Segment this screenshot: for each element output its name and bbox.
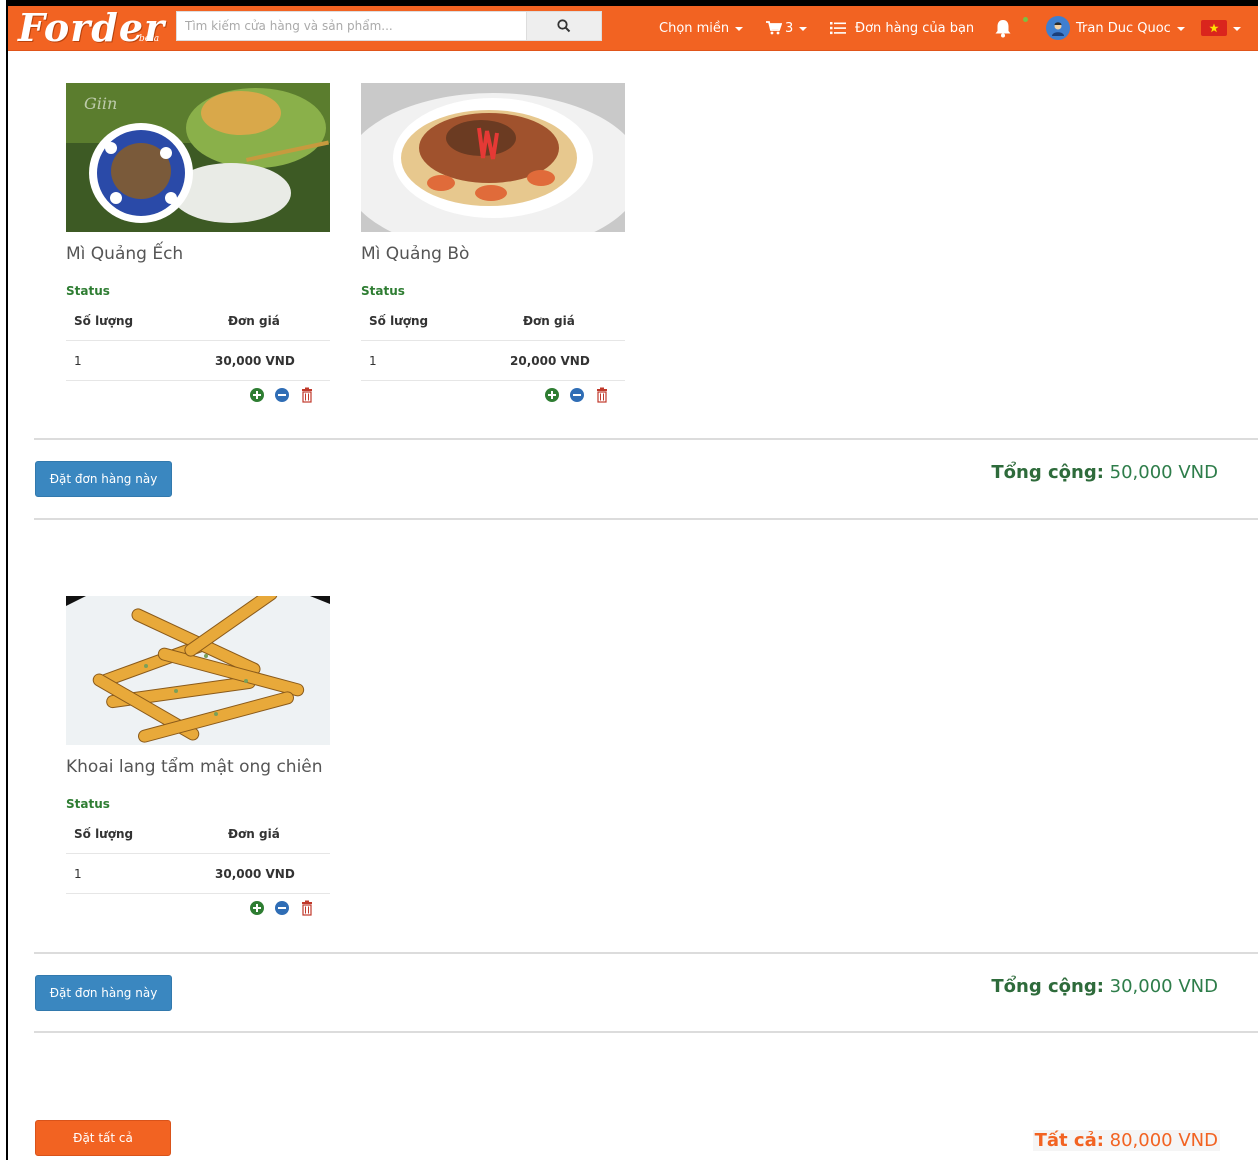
- user-menu[interactable]: Tran Duc Quoc: [1046, 6, 1185, 50]
- item-actions: [249, 900, 319, 918]
- qty-header: Số lượng: [369, 314, 429, 328]
- total-value: 50,000 VND: [1109, 462, 1218, 483]
- plus-circle-icon[interactable]: [544, 387, 560, 403]
- divider: [34, 438, 1258, 440]
- chevron-down-icon: [799, 27, 808, 31]
- table-header-row: Số lượng Đơn giá: [66, 815, 330, 854]
- table-row: 1 30,000 VND: [66, 854, 330, 894]
- search-button[interactable]: [526, 11, 602, 41]
- plus-circle-icon[interactable]: [249, 900, 265, 916]
- price-value: 30,000 VND: [215, 866, 295, 881]
- language-dropdown[interactable]: [1201, 6, 1241, 50]
- table-header-row: Số lượng Đơn giá: [361, 302, 625, 341]
- qty-value: 1: [74, 866, 82, 881]
- avatar-icon: [1046, 16, 1070, 40]
- grand-total-label: Tất cả:: [1034, 1130, 1104, 1151]
- divider: [34, 1031, 1258, 1033]
- status-label: Status: [66, 797, 110, 811]
- grand-total: Tất cả: 80,000 VND: [1032, 1130, 1220, 1151]
- table-row: 1 20,000 VND: [361, 341, 625, 381]
- top-navbar: Forder beta Chọn miền 3 Đơn hàng của: [8, 5, 1258, 51]
- notifications-button[interactable]: [993, 6, 1028, 50]
- bell-icon: [995, 20, 1011, 38]
- chevron-down-icon: [735, 27, 744, 31]
- logo[interactable]: Forder beta: [18, 5, 168, 50]
- product-image[interactable]: [66, 596, 330, 745]
- trash-icon[interactable]: [299, 900, 315, 916]
- minus-circle-icon[interactable]: [569, 387, 585, 403]
- trash-icon[interactable]: [299, 387, 315, 403]
- divider: [34, 518, 1258, 520]
- divider: [34, 952, 1258, 954]
- cart-icon: [766, 21, 782, 35]
- table-row: 1 30,000 VND: [66, 341, 330, 381]
- trash-icon[interactable]: [594, 387, 610, 403]
- qty-header: Số lượng: [74, 314, 134, 328]
- orders-link[interactable]: Đơn hàng của bạn: [830, 6, 974, 50]
- order-total: Tổng cộng: 50,000 VND: [991, 462, 1218, 483]
- notification-dot: [1023, 16, 1028, 22]
- place-order-button[interactable]: Đặt đơn hàng này: [35, 975, 172, 1011]
- table-header-row: Số lượng Đơn giá: [66, 302, 330, 341]
- qty-header: Số lượng: [74, 827, 134, 841]
- minus-circle-icon[interactable]: [274, 387, 290, 403]
- total-value: 30,000 VND: [1109, 976, 1218, 997]
- total-label: Tổng cộng:: [991, 976, 1104, 997]
- price-value: 20,000 VND: [510, 353, 590, 368]
- search-icon: [557, 19, 571, 33]
- grand-total-value: 80,000 VND: [1109, 1130, 1218, 1151]
- item-actions: [544, 387, 614, 405]
- chevron-down-icon: [1233, 27, 1241, 31]
- minus-circle-icon[interactable]: [274, 900, 290, 916]
- product-image[interactable]: Giin: [66, 83, 330, 232]
- plus-circle-icon[interactable]: [249, 387, 265, 403]
- product-name: Mì Quảng Ếch: [66, 244, 184, 264]
- status-label: Status: [361, 284, 405, 298]
- list-icon: [830, 22, 846, 35]
- price-header: Đơn giá: [228, 827, 280, 841]
- user-name: Tran Duc Quoc: [1076, 20, 1171, 36]
- product-name: Khoai lang tẩm mật ong chiên: [66, 757, 323, 777]
- window-frame-left: [6, 0, 8, 1160]
- price-header: Đơn giá: [523, 314, 575, 328]
- order-total: Tổng cộng: 30,000 VND: [991, 976, 1218, 997]
- qty-value: 1: [369, 353, 377, 368]
- qty-value: 1: [74, 353, 82, 368]
- status-label: Status: [66, 284, 110, 298]
- price-header: Đơn giá: [228, 314, 280, 328]
- cart-count: 3: [785, 20, 794, 36]
- svg-text:Giin: Giin: [84, 94, 117, 113]
- order-all-button[interactable]: Đặt tất cả: [35, 1120, 171, 1156]
- cart-dropdown[interactable]: 3: [766, 6, 808, 50]
- total-label: Tổng cộng:: [991, 462, 1104, 483]
- item-actions: [249, 387, 319, 405]
- region-label: Chọn miền: [659, 20, 730, 36]
- vietnam-flag-icon: [1201, 20, 1227, 36]
- orders-label: Đơn hàng của bạn: [855, 20, 975, 36]
- region-dropdown[interactable]: Chọn miền: [659, 6, 744, 50]
- product-name: Mì Quảng Bò: [361, 244, 470, 264]
- search-input[interactable]: [176, 11, 526, 41]
- search-bar: [176, 11, 602, 43]
- place-order-button[interactable]: Đặt đơn hàng này: [35, 461, 172, 497]
- chevron-down-icon: [1176, 27, 1185, 31]
- product-image[interactable]: [361, 83, 625, 232]
- logo-beta: beta: [139, 34, 160, 44]
- price-value: 30,000 VND: [215, 353, 295, 368]
